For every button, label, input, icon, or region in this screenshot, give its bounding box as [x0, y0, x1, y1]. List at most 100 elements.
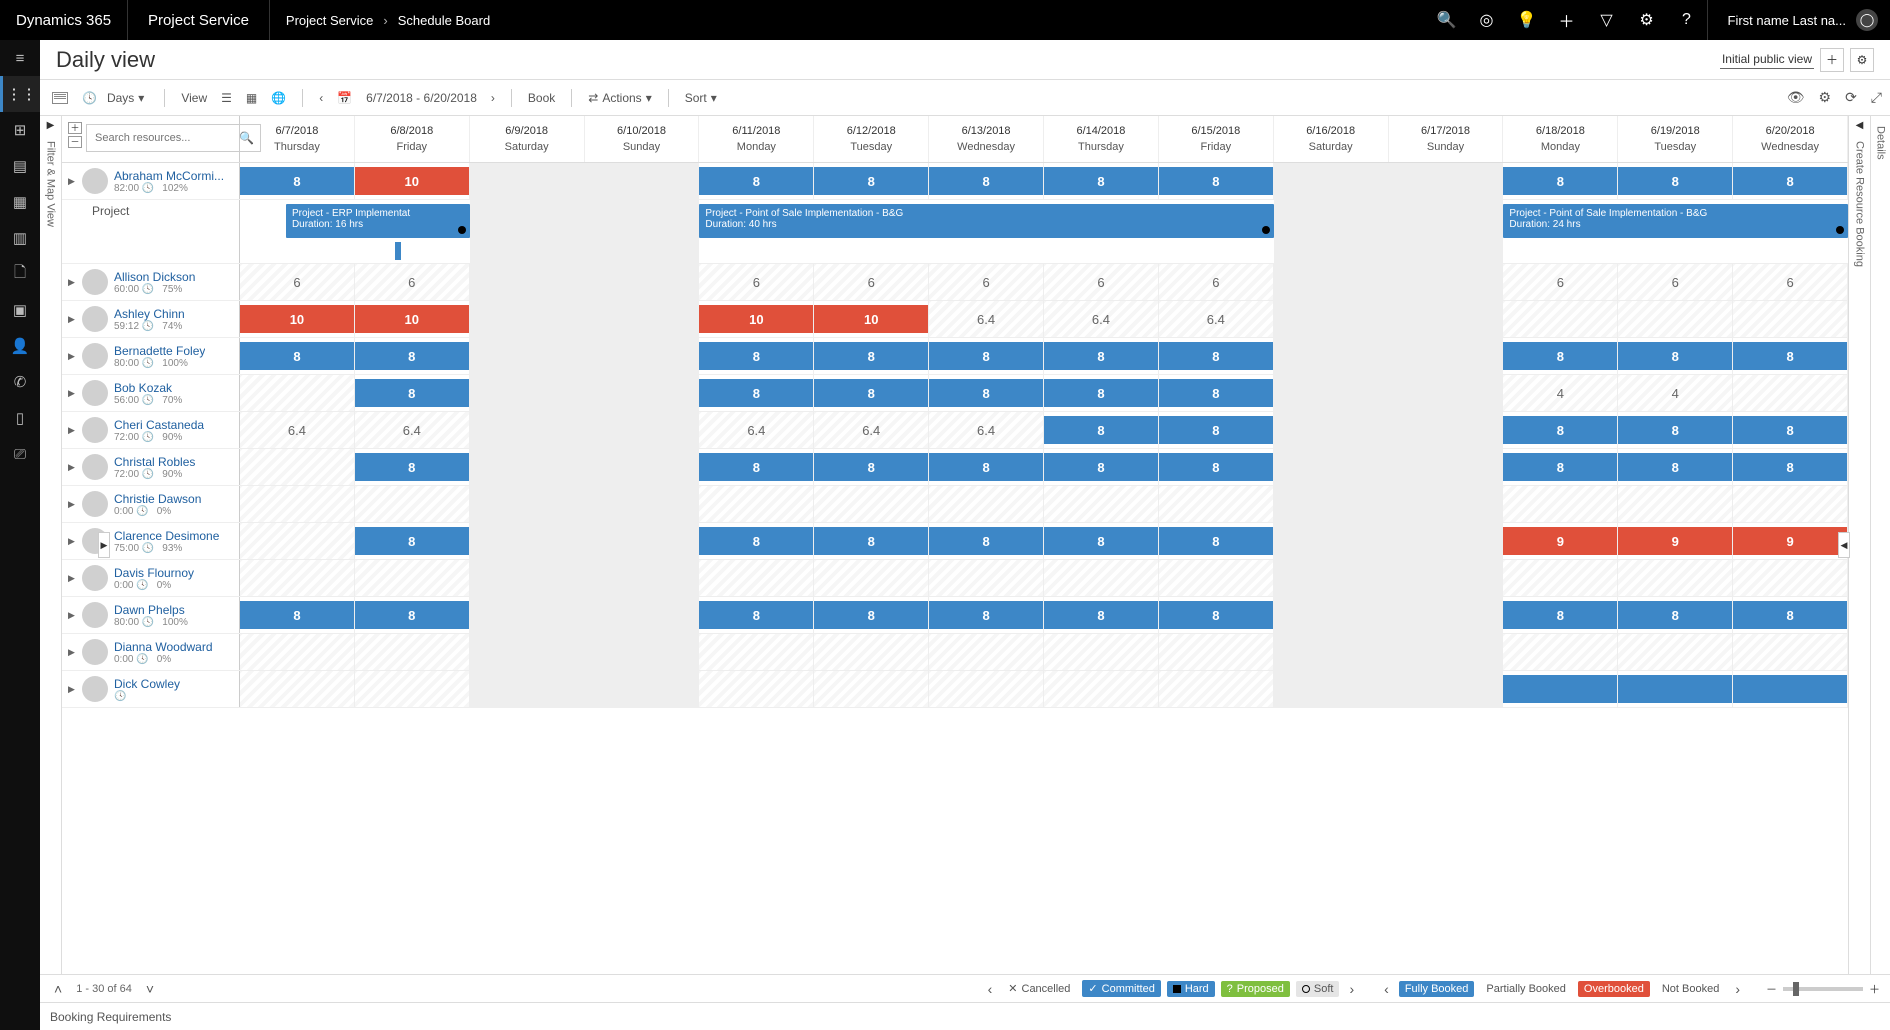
allocation-block[interactable]: 8 [929, 379, 1043, 407]
allocation-block[interactable]: 8 [355, 453, 469, 481]
resource-header[interactable]: ▶Abraham McCormi...82:00 🕓102% [62, 163, 240, 199]
day-cell[interactable] [240, 486, 355, 522]
day-cell[interactable]: 6 [1503, 264, 1618, 300]
resource-name[interactable]: Cheri Castaneda [114, 418, 204, 432]
allocation-block[interactable]: 8 [1044, 453, 1158, 481]
day-cell[interactable]: 8 [1618, 597, 1733, 633]
day-cell[interactable] [1733, 375, 1848, 411]
day-cell[interactable]: 6.4 [929, 412, 1044, 448]
gear-icon[interactable]: ⚙ [1627, 0, 1667, 40]
rail-item[interactable]: 👤 [0, 328, 40, 364]
allocation-block[interactable]: 8 [1503, 167, 1617, 195]
day-cell[interactable]: 8 [814, 597, 929, 633]
day-cell[interactable]: 8 [1159, 375, 1274, 411]
day-cell[interactable]: 8 [1044, 412, 1159, 448]
day-cell[interactable]: 8 [929, 449, 1044, 485]
allocation-block[interactable]: 9 [1733, 527, 1847, 555]
allocation-block[interactable]: 8 [929, 527, 1043, 555]
booking-task[interactable]: Project - ERP ImplementatDuration: 16 hr… [286, 204, 470, 238]
day-cell[interactable] [1733, 301, 1848, 337]
resource-name[interactable]: Clarence Desimone [114, 529, 219, 543]
rail-item[interactable]: ✆ [0, 364, 40, 400]
date-column[interactable]: 6/17/2018Sunday [1389, 116, 1504, 162]
day-cell[interactable] [240, 449, 355, 485]
day-cell[interactable] [470, 560, 585, 596]
day-cell[interactable] [585, 412, 700, 448]
day-cell[interactable]: 6.4 [929, 301, 1044, 337]
allocation-block[interactable]: 8 [1503, 416, 1617, 444]
day-cell[interactable]: 8 [1618, 449, 1733, 485]
day-cell[interactable] [585, 597, 700, 633]
day-cell[interactable]: 8 [355, 375, 470, 411]
actions-dropdown[interactable]: ⇄ Actions ▾ [584, 89, 655, 107]
fullscreen-icon[interactable]: ⤢ [1871, 89, 1882, 106]
allocation-block[interactable]: 8 [1044, 601, 1158, 629]
day-cell[interactable] [699, 486, 814, 522]
day-cell[interactable]: 6.4 [240, 412, 355, 448]
gear-icon[interactable]: ⚙ [1819, 89, 1832, 106]
day-cell[interactable] [1159, 634, 1274, 670]
allocation-block[interactable]: 8 [355, 379, 469, 407]
day-cell[interactable]: 6 [929, 264, 1044, 300]
allocation-block[interactable]: 10 [240, 305, 354, 333]
rail-item[interactable]: 🗋 [0, 256, 40, 292]
brand-label[interactable]: Dynamics 365 [0, 12, 127, 29]
day-cell[interactable] [1389, 671, 1504, 707]
allocation-block[interactable]: 8 [355, 527, 469, 555]
expand-icon[interactable]: ▶ [68, 314, 76, 325]
expand-all-icon[interactable] [52, 92, 68, 104]
day-cell[interactable] [470, 523, 585, 559]
allocation-block[interactable]: 8 [240, 342, 354, 370]
resource-header[interactable]: ▶Dianna Woodward0:00 🕓0% [62, 634, 240, 670]
day-cell[interactable]: 8 [1044, 449, 1159, 485]
resource-header[interactable]: ▶Ashley Chinn59:12 🕓74% [62, 301, 240, 337]
allocation-block[interactable]: 8 [1044, 527, 1158, 555]
date-column[interactable]: 6/8/2018Friday [355, 116, 470, 162]
day-cell[interactable]: 8 [699, 163, 814, 199]
day-cell[interactable] [1733, 560, 1848, 596]
day-cell[interactable] [1618, 671, 1733, 707]
allocation-block[interactable]: 8 [1618, 416, 1732, 444]
day-cell[interactable] [1733, 634, 1848, 670]
allocation-block[interactable]: 8 [699, 342, 813, 370]
day-cell[interactable] [1159, 486, 1274, 522]
resource-name[interactable]: Dawn Phelps [114, 603, 188, 617]
bulb-icon[interactable]: 💡 [1507, 0, 1547, 40]
allocation-block[interactable]: 8 [240, 167, 354, 195]
date-column[interactable]: 6/15/2018Friday [1159, 116, 1274, 162]
resource-header[interactable]: ▶Davis Flournoy0:00 🕓0% [62, 560, 240, 596]
day-cell[interactable]: 8 [1733, 412, 1848, 448]
allocation-block[interactable]: 8 [929, 601, 1043, 629]
expand-handle-right[interactable]: ◀ [1838, 532, 1850, 558]
add-view-button[interactable]: ＋ [1820, 48, 1844, 72]
zoom-in-icon[interactable]: ＋ [1869, 981, 1880, 997]
create-booking-strip[interactable]: ◀ Create Resource Booking [1848, 116, 1870, 974]
day-cell[interactable]: 4 [1618, 375, 1733, 411]
day-cell[interactable]: 8 [1618, 338, 1733, 374]
day-cell[interactable] [470, 375, 585, 411]
day-cell[interactable]: 9 [1733, 523, 1848, 559]
day-cell[interactable] [1389, 449, 1504, 485]
day-cell[interactable]: 10 [355, 163, 470, 199]
day-cell[interactable] [814, 671, 929, 707]
day-cell[interactable]: 8 [1733, 449, 1848, 485]
allocation-block[interactable]: 8 [1159, 453, 1273, 481]
day-cell[interactable]: 8 [1159, 597, 1274, 633]
allocation-block[interactable]: 8 [699, 527, 813, 555]
day-cell[interactable] [1159, 560, 1274, 596]
allocation-block[interactable]: 10 [355, 167, 469, 195]
view-tab[interactable]: Initial public view [1720, 50, 1814, 69]
allocation-block[interactable]: 8 [355, 601, 469, 629]
expand-icon[interactable]: ▶ [68, 388, 76, 399]
day-cell[interactable] [470, 264, 585, 300]
date-column[interactable]: 6/18/2018Monday [1503, 116, 1618, 162]
allocation-block[interactable]: 8 [814, 342, 928, 370]
target-icon[interactable]: ◎ [1467, 0, 1507, 40]
app-label[interactable]: Project Service [128, 12, 269, 29]
allocation-block[interactable]: 8 [699, 453, 813, 481]
day-cell[interactable] [355, 634, 470, 670]
rail-item[interactable]: ▤ [0, 148, 40, 184]
rail-item[interactable]: ⊞ [0, 112, 40, 148]
day-cell[interactable] [1503, 301, 1618, 337]
allocation-block[interactable]: 8 [1159, 342, 1273, 370]
